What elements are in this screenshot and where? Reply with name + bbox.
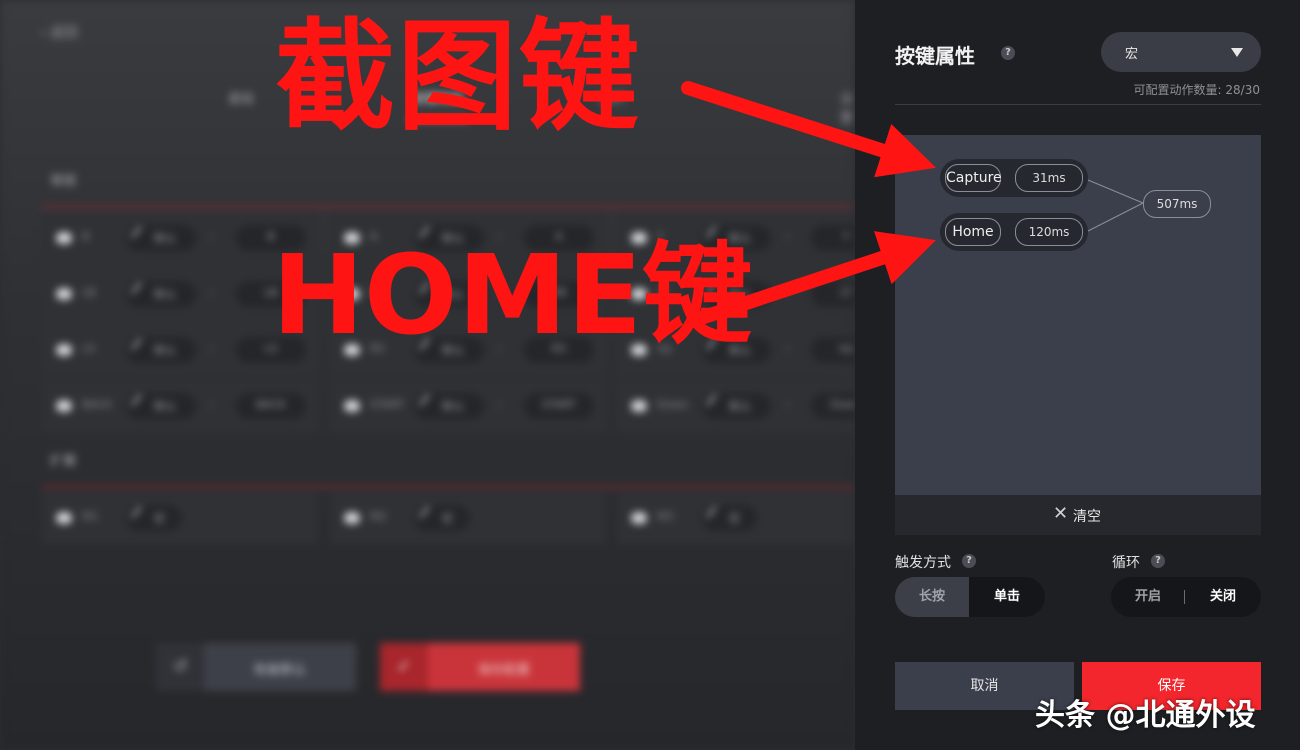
- annotation-screenshot-key: 截图键: [275, 8, 641, 147]
- watermark: 头条 @北通外设: [1035, 698, 1256, 733]
- annotation-home-key: HOME键: [272, 231, 753, 359]
- annotation-arrows: [681, 81, 936, 327]
- arrow-to-capture: [681, 81, 936, 178]
